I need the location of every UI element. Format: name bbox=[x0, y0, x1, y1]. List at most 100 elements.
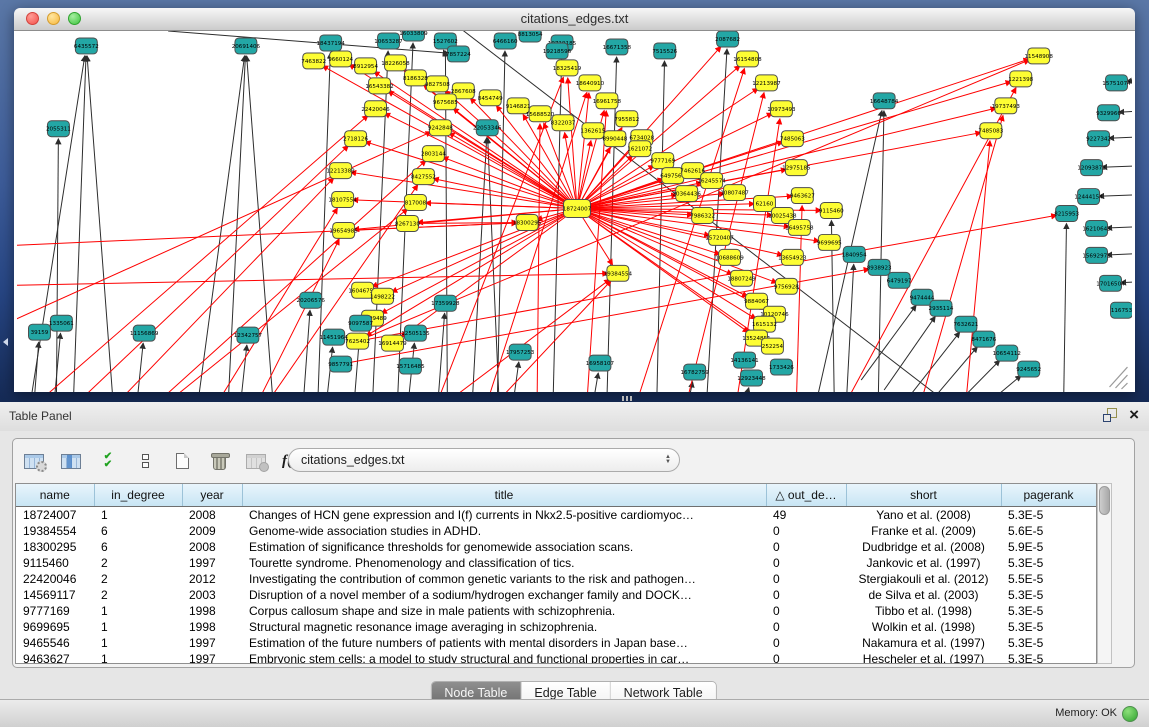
canvas-resize-grip[interactable] bbox=[1110, 367, 1128, 389]
graph-edge[interactable] bbox=[846, 264, 853, 392]
graph-node[interactable]: 8186328 bbox=[403, 70, 428, 86]
graph-node[interactable]: 6435572 bbox=[74, 38, 99, 54]
graph-node[interactable]: 15751074 bbox=[1102, 75, 1131, 91]
graph-edge[interactable] bbox=[1064, 223, 1067, 392]
table-row[interactable]: 1830029562008Estimation of significance … bbox=[16, 539, 1096, 555]
scrollbar-thumb[interactable] bbox=[1099, 486, 1110, 515]
graph-node[interactable]: 1221398 bbox=[1008, 71, 1033, 87]
graph-edge[interactable] bbox=[449, 133, 577, 209]
graph-node[interactable]: 2055311 bbox=[46, 121, 71, 137]
graph-node[interactable]: 9227342 bbox=[1086, 131, 1111, 147]
graph-node[interactable]: 11156869 bbox=[130, 325, 159, 341]
graph-node[interactable]: 18640910 bbox=[576, 75, 605, 91]
graph-node[interactable]: 20364436 bbox=[672, 186, 701, 202]
column-header-name[interactable]: name bbox=[16, 484, 94, 507]
graph-edge[interactable] bbox=[56, 139, 58, 392]
graph-node[interactable]: 15692971 bbox=[1082, 247, 1111, 263]
create-table-button[interactable] bbox=[171, 449, 193, 473]
graph-node[interactable]: 9097587 bbox=[348, 315, 373, 331]
graph-node[interactable]: 12213987 bbox=[752, 75, 781, 91]
graph-edge[interactable] bbox=[908, 332, 960, 392]
graph-node[interactable]: 18437194 bbox=[316, 35, 345, 51]
graph-node[interactable]: 16648784 bbox=[870, 93, 899, 109]
graph-node[interactable]: 12213383 bbox=[326, 163, 355, 179]
graph-node[interactable]: 9756928 bbox=[774, 278, 799, 294]
graph-node[interactable]: 6479197 bbox=[887, 272, 912, 288]
graph-node[interactable]: 18300295 bbox=[513, 214, 542, 230]
graph-node[interactable]: 10654112 bbox=[993, 345, 1021, 361]
graph-node[interactable]: 20206576 bbox=[297, 292, 326, 308]
graph-node[interactable]: 116753 bbox=[1111, 302, 1132, 318]
graph-node[interactable]: 22420046 bbox=[361, 101, 390, 117]
graph-edge[interactable] bbox=[951, 360, 1000, 392]
table-row[interactable]: 946362711997Embryonic stem cells: a mode… bbox=[16, 651, 1096, 664]
graph-node[interactable]: 10973493 bbox=[767, 101, 796, 117]
graph-edge[interactable] bbox=[1109, 137, 1132, 139]
graph-node[interactable]: 6466160 bbox=[493, 33, 518, 49]
graph-node[interactable]: 8427552 bbox=[411, 169, 436, 185]
graph-node[interactable]: 17957253 bbox=[506, 344, 535, 360]
graph-node[interactable]: 7463822 bbox=[301, 53, 326, 69]
graph-node[interactable]: 2087682 bbox=[715, 31, 740, 47]
graph-node[interactable]: 13654923 bbox=[778, 249, 807, 265]
graph-edge[interactable] bbox=[73, 56, 86, 392]
graph-node[interactable]: 9699695 bbox=[817, 234, 842, 250]
graph-node[interactable]: 7857224 bbox=[446, 46, 471, 62]
graph-edge[interactable] bbox=[743, 388, 749, 392]
graph-edge[interactable] bbox=[87, 56, 113, 392]
column-header-in_degree[interactable]: in_degree bbox=[94, 484, 182, 507]
graph-node[interactable]: 1621072 bbox=[627, 141, 652, 157]
west-panel-collapse-arrow-icon[interactable] bbox=[3, 338, 8, 346]
graph-node[interactable]: 15720407 bbox=[705, 229, 734, 245]
table-row[interactable]: 1938455462009Genome-wide association stu… bbox=[16, 523, 1096, 539]
table-row[interactable]: 1456911722003Disruption of a novel membe… bbox=[16, 587, 1096, 603]
graph-node[interactable]: 7485063 bbox=[780, 131, 805, 147]
graph-node[interactable]: 16210643 bbox=[1082, 220, 1111, 236]
table-row[interactable]: 1872400712008Changes of HCN gene express… bbox=[16, 507, 1096, 524]
graph-node[interactable]: 19654985 bbox=[329, 222, 358, 238]
column-header-short[interactable]: short bbox=[846, 484, 1001, 507]
graph-edge[interactable] bbox=[966, 141, 990, 392]
table-selector-dropdown[interactable]: citations_edges.txt ▲▼ bbox=[288, 448, 680, 472]
graph-node[interactable]: 8267130 bbox=[395, 215, 420, 231]
graph-node[interactable]: 7485083 bbox=[978, 123, 1003, 139]
graph-node[interactable]: 12342757 bbox=[234, 327, 263, 343]
graph-node[interactable]: 15688520 bbox=[526, 106, 555, 122]
float-panel-icon[interactable] bbox=[1103, 408, 1117, 422]
graph-node[interactable]: 10688609 bbox=[715, 249, 744, 265]
graph-node[interactable]: 12444154 bbox=[1074, 189, 1103, 205]
graph-node[interactable]: 1498222 bbox=[370, 288, 395, 304]
graph-node[interactable]: 7632621 bbox=[953, 316, 978, 332]
graph-node[interactable]: 16961758 bbox=[593, 93, 622, 109]
graph-node[interactable]: 9675685 bbox=[433, 94, 458, 110]
memory-status-icon[interactable] bbox=[1122, 706, 1138, 722]
graph-node-hub[interactable]: 18724007 bbox=[563, 200, 592, 218]
graph-node[interactable]: 8454749 bbox=[478, 90, 503, 106]
graph-node[interactable]: 9242848 bbox=[428, 120, 453, 136]
graph-node[interactable]: 9245652 bbox=[1016, 361, 1041, 377]
graph-edge[interactable] bbox=[921, 115, 1003, 392]
graph-node[interactable]: 17359928 bbox=[431, 295, 460, 311]
graph-node[interactable]: 8322037 bbox=[551, 115, 576, 131]
graph-edge[interactable] bbox=[577, 108, 996, 208]
graph-node[interactable]: 9329966 bbox=[1096, 105, 1121, 121]
graph-node[interactable]: 16782759 bbox=[680, 364, 709, 380]
graph-node[interactable]: 8938923 bbox=[867, 259, 892, 275]
graph-edge[interactable] bbox=[118, 178, 333, 392]
select-rows-button[interactable]: ✔✔ bbox=[97, 449, 119, 473]
graph-node[interactable]: 19737493 bbox=[992, 98, 1021, 114]
graph-node[interactable]: 16543382 bbox=[365, 78, 393, 94]
close-panel-icon[interactable]: × bbox=[1129, 408, 1139, 422]
graph-node[interactable]: 252254 bbox=[761, 338, 783, 354]
network-view[interactable]: 6435572206914061843719410653287152760264… bbox=[14, 31, 1135, 392]
graph-node[interactable]: 9660124 bbox=[328, 51, 353, 67]
graph-edge[interactable] bbox=[447, 279, 610, 392]
graph-node[interactable]: 18807249 bbox=[727, 270, 756, 286]
table-row[interactable]: 969969511998Structural magnetic resonanc… bbox=[16, 619, 1096, 635]
graph-edge[interactable] bbox=[38, 115, 368, 392]
graph-edge[interactable] bbox=[136, 343, 143, 392]
graph-node[interactable]: 12093872 bbox=[1077, 160, 1105, 176]
graph-node[interactable]: 7625402 bbox=[345, 333, 370, 349]
import-table-button[interactable] bbox=[245, 449, 267, 473]
column-header-out_degree[interactable]: △ out_de… bbox=[766, 484, 846, 507]
